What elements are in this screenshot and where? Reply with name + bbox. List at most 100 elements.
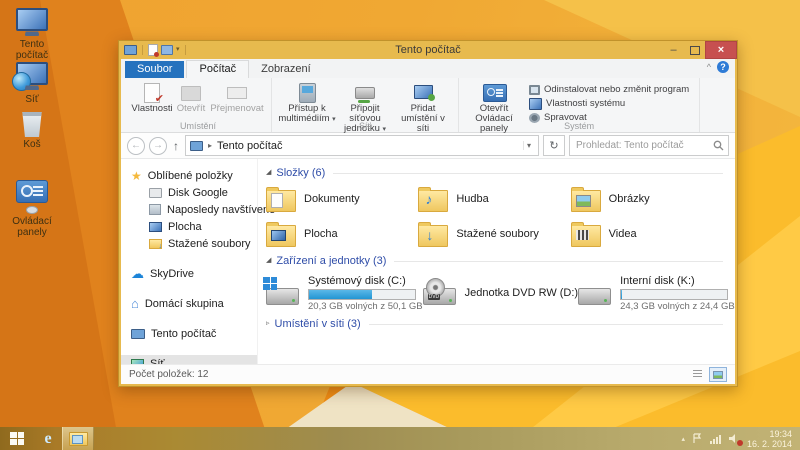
system-properties-icon <box>529 98 542 110</box>
folder-videos[interactable]: Videa <box>571 219 723 249</box>
media-access-button[interactable]: Přístup k multimédiím ▾ <box>278 81 336 125</box>
folder-icon <box>266 225 296 247</box>
tab-view[interactable]: Zobrazení <box>249 61 323 78</box>
volume-muted-icon[interactable] <box>728 433 740 444</box>
desktop-icon-label: Ovládací panely <box>5 216 59 238</box>
breadcrumb[interactable]: ▸ Tento počítač ▾ <box>185 135 539 156</box>
clock-date: 16. 2. 2014 <box>747 439 792 449</box>
folder-icon <box>571 225 601 247</box>
refresh-button[interactable]: ↻ <box>543 135 565 156</box>
dvd-label: DVD <box>428 294 441 300</box>
folder-icon <box>571 190 601 212</box>
drive-c[interactable]: Systémový disk (C:) 20,3 GB volných z 50… <box>266 272 423 314</box>
computer-icon <box>16 8 48 31</box>
nav-item-skydrive[interactable]: ☁ SkyDrive <box>121 265 257 282</box>
internet-explorer-button[interactable]: e <box>34 427 62 450</box>
new-folder-shortcut-icon[interactable] <box>161 45 173 55</box>
windows-start-icon <box>10 432 24 445</box>
close-button[interactable]: × <box>705 41 737 59</box>
folder-downloads[interactable]: ↓ Stažené soubory <box>418 219 570 249</box>
network-icon <box>16 62 48 85</box>
folder-icon: ♪ <box>418 190 448 212</box>
search-input[interactable] <box>574 139 710 152</box>
address-dropdown-icon[interactable]: ▾ <box>523 141 534 150</box>
film-overlay-icon <box>576 230 589 240</box>
hidden-icons-chevron[interactable]: ▴ <box>681 435 685 443</box>
collapse-triangle-icon: ◢ <box>266 257 271 265</box>
minimize-button[interactable]: – <box>663 41 684 59</box>
nav-favorites[interactable]: ★ Oblíbené položky <box>121 167 257 184</box>
devices-grid: Systémový disk (C:) 20,3 GB volných z 50… <box>266 272 723 314</box>
address-bar: ← → ↑ ▸ Tento počítač ▾ ↻ <box>121 133 735 159</box>
ribbon-group-location: ✔ Vlastnosti Otevřít Přejmenovat Umístěn… <box>125 78 272 132</box>
title-bar[interactable]: Tento počítač ▾ – × <box>119 41 737 59</box>
ribbon-tab-strip: Soubor Počítač Zobrazení ^ ? <box>121 59 735 78</box>
nav-item-homegroup[interactable]: ⌂ Domácí skupina <box>121 295 257 312</box>
rename-button[interactable]: Přejmenovat <box>209 81 265 114</box>
desktop-icon-network[interactable]: Síť <box>5 62 59 105</box>
system-properties-button[interactable]: Vlastnosti systému <box>529 97 689 110</box>
network-drive-icon <box>355 87 375 99</box>
desktop-icon-recycle-bin[interactable]: Koš <box>5 112 59 150</box>
drive-k[interactable]: Interní disk (K:) 24,3 GB volných z 24,4… <box>578 272 735 314</box>
properties-shortcut-icon[interactable] <box>148 44 158 56</box>
details-view-button[interactable] <box>689 367 705 380</box>
group-label-system: Systém <box>459 121 699 131</box>
expand-triangle-icon: ▹ <box>266 320 270 328</box>
properties-button[interactable]: ✔ Vlastnosti <box>131 81 173 114</box>
desktop-icon-this-pc[interactable]: Tento počítač <box>5 8 59 61</box>
nav-item-this-pc[interactable]: Tento počítač <box>121 325 257 342</box>
window-body: Soubor Počítač Zobrazení ^ ? ✔ Vlastnost… <box>121 59 735 384</box>
tab-computer[interactable]: Počítač <box>186 60 249 78</box>
search-box[interactable] <box>569 135 729 156</box>
ribbon-collapse-icon[interactable]: ^ <box>707 62 711 72</box>
section-rule <box>369 324 723 325</box>
desktop-icon-control-panel[interactable]: Ovládací panely <box>5 180 59 238</box>
breadcrumb-location[interactable]: Tento počítač <box>217 140 282 152</box>
section-header-folders[interactable]: ◢ Složky (6) <box>266 165 723 181</box>
network-signal-icon[interactable] <box>710 434 721 444</box>
forward-button[interactable]: → <box>149 137 167 155</box>
open-button[interactable]: Otevřít <box>173 81 209 114</box>
folder-music[interactable]: ♪ Hudba <box>418 184 570 214</box>
nav-item-recent-places[interactable]: Naposledy navštívené <box>121 201 257 218</box>
nav-item-network[interactable]: Síť <box>121 355 257 364</box>
maximize-button[interactable] <box>684 41 705 59</box>
file-explorer-icon <box>69 432 88 446</box>
control-panel-ribbon-icon <box>483 84 507 102</box>
folder-desktop[interactable]: Plocha <box>266 219 418 249</box>
section-header-network-locations[interactable]: ▹ Umístění v síti (3) <box>266 316 723 332</box>
action-center-flag-icon[interactable] <box>692 433 703 444</box>
folder-pictures[interactable]: Obrázky <box>571 184 723 214</box>
tab-file[interactable]: Soubor <box>125 61 184 78</box>
qat-customize-caret-icon[interactable]: ▾ <box>176 46 180 54</box>
drive-icon <box>149 188 162 198</box>
help-button[interactable]: ? <box>717 61 729 73</box>
hard-drive-icon <box>578 288 611 305</box>
section-header-devices[interactable]: ◢ Zařízení a jednotky (3) <box>266 253 723 269</box>
nav-item-google-drive[interactable]: Disk Google <box>121 184 257 201</box>
control-panel-icon <box>16 180 48 203</box>
drive-dvd[interactable]: DVD Jednotka DVD RW (D:) <box>423 272 579 314</box>
nav-item-desktop[interactable]: Plocha <box>121 218 257 235</box>
network-location-icon <box>414 85 433 99</box>
folder-documents[interactable]: Dokumenty <box>266 184 418 214</box>
uninstall-program-button[interactable]: Odinstalovat nebo změnit program <box>529 83 689 96</box>
up-button[interactable]: ↑ <box>171 139 181 153</box>
file-explorer-button[interactable] <box>62 427 94 450</box>
system-menu-icon[interactable] <box>124 45 137 55</box>
nav-item-downloads[interactable]: ↓ Stažené soubory <box>121 235 257 252</box>
section-rule <box>394 261 723 262</box>
capacity-bar <box>308 289 416 300</box>
desktop-icon-label: Koš <box>23 139 40 150</box>
thumbnail-view-button[interactable] <box>709 367 727 382</box>
taskbar-clock[interactable]: 19:34 16. 2. 2014 <box>747 429 792 449</box>
back-button[interactable]: ← <box>127 137 145 155</box>
cloud-icon: ☁ <box>131 268 144 280</box>
start-button[interactable] <box>0 427 34 450</box>
uninstall-icon <box>529 85 540 95</box>
separator <box>185 45 186 55</box>
pc-icon <box>131 329 145 339</box>
windows-logo-icon <box>263 277 277 290</box>
desktop-icon-label: Tento počítač <box>5 39 59 61</box>
